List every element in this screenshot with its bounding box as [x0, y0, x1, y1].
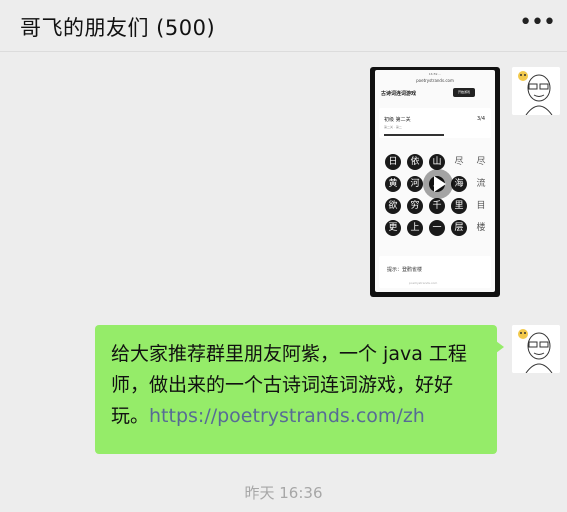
avatar-illustration-icon [512, 325, 560, 373]
avatar-illustration-icon [512, 67, 560, 115]
grid-cell: 依 [407, 154, 423, 170]
chat-title: 哥飞的朋友们 (500) [20, 16, 216, 40]
message-link[interactable]: https://poetrystrands.com/zh [149, 405, 425, 427]
video-start-button: 开始游戏 [453, 88, 475, 97]
video-bottom-line: 提示：登鹳雀楼 [387, 267, 423, 273]
chat-header: 哥飞的朋友们 (500) ••• [0, 0, 567, 52]
grid-cell: 尽 [476, 157, 486, 167]
grid-cell: 上 [407, 220, 423, 236]
grid-cell: 山 [429, 154, 445, 170]
video-bottom-foot: poetrystrands.com [409, 281, 438, 285]
video-progress [384, 134, 444, 136]
video-bottom-card: 提示：登鹳雀楼 poetrystrands.com [379, 256, 491, 288]
grid-cell: 海 [451, 176, 467, 192]
video-message[interactable]: 16:59 ... poetrystrands.com 古诗词连词游戏 开始游戏… [370, 67, 500, 297]
grid-cell: 里 [451, 198, 467, 214]
play-icon[interactable] [423, 169, 453, 199]
grid-cell: 目 [476, 201, 486, 211]
video-preview-screen: 16:59 ... poetrystrands.com 古诗词连词游戏 开始游戏… [375, 70, 495, 292]
grid-cell: 流 [476, 179, 486, 189]
video-url: poetrystrands.com [416, 78, 454, 83]
grid-cell: 欲 [385, 198, 401, 214]
video-level-sub: 第二关 · 第二 [384, 125, 402, 129]
video-level-card: 初级 第二关 第二关 · 第二 3/4 [379, 108, 491, 138]
text-message-bubble[interactable]: 给大家推荐群里朋友阿紫，一个 java 工程师，做出来的一个古诗词连词游戏，好好… [95, 325, 504, 454]
grid-cell: 日 [385, 154, 401, 170]
grid-cell: 尽 [454, 157, 464, 167]
sender-avatar[interactable] [512, 67, 560, 115]
grid-cell: 一 [429, 220, 445, 236]
video-level-title: 初级 第二关 [384, 117, 411, 123]
grid-cell: 千 [429, 198, 445, 214]
message-timestamp: 昨天 16:36 [244, 484, 323, 502]
grid-cell: 层 [451, 220, 467, 236]
grid-cell: 河 [407, 176, 423, 192]
video-char-grid: 日 依 山 尽 尽 黄 河 入 海 流 欲 穷 千 里 目 更 上 一 层 楼 [385, 154, 486, 244]
more-options-icon[interactable]: ••• [519, 12, 556, 34]
video-app-title: 古诗词连词游戏 [381, 91, 417, 97]
grid-cell: 穷 [407, 198, 423, 214]
video-score: 3/4 [476, 116, 485, 122]
grid-cell: 楼 [476, 223, 486, 233]
sender-avatar[interactable] [512, 325, 560, 373]
grid-cell: 更 [385, 220, 401, 236]
grid-cell: 黄 [385, 176, 401, 192]
